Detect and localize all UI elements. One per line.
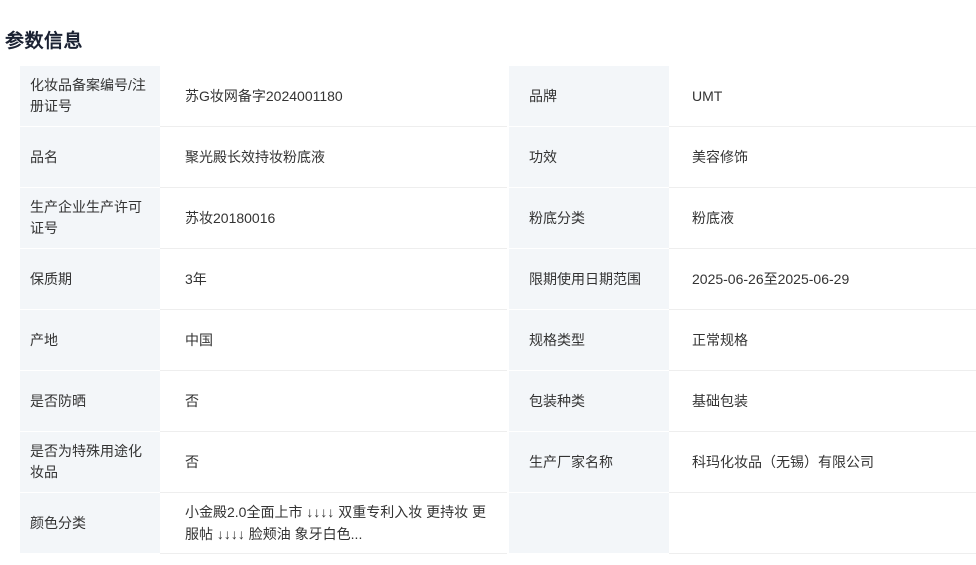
param-value: 正常规格 bbox=[669, 310, 976, 371]
param-value bbox=[669, 493, 976, 554]
param-value: 苏妆20180016 bbox=[160, 188, 507, 249]
param-label: 规格类型 bbox=[509, 310, 669, 371]
param-value: 3年 bbox=[160, 249, 507, 310]
table-row: 限期使用日期范围 2025-06-26至2025-06-29 bbox=[509, 249, 976, 310]
param-label: 是否为特殊用途化妆品 bbox=[20, 432, 160, 493]
param-value: 小金殿2.0全面上市 ↓↓↓↓ 双重专利入妆 更持妆 更服帖 ↓↓↓↓ 脸颊油 … bbox=[160, 493, 507, 554]
param-label: 品名 bbox=[20, 127, 160, 188]
param-value: 否 bbox=[160, 432, 507, 493]
param-value: 美容修饰 bbox=[669, 127, 976, 188]
param-value: 聚光殿长效持妆粉底液 bbox=[160, 127, 507, 188]
param-value: 中国 bbox=[160, 310, 507, 371]
param-value: 基础包装 bbox=[669, 371, 976, 432]
param-value: 2025-06-26至2025-06-29 bbox=[669, 249, 976, 310]
table-row: 规格类型 正常规格 bbox=[509, 310, 976, 371]
table-row: 产地 中国 bbox=[20, 310, 507, 371]
params-table: 化妆品备案编号/注册证号 苏G妆网备字2024001180 品名 聚光殿长效持妆… bbox=[20, 66, 976, 554]
param-label: 品牌 bbox=[509, 66, 669, 127]
param-label: 产地 bbox=[20, 310, 160, 371]
param-label: 颜色分类 bbox=[20, 493, 160, 554]
table-row: 是否为特殊用途化妆品 否 bbox=[20, 432, 507, 493]
param-label bbox=[509, 493, 669, 554]
table-row: 功效 美容修饰 bbox=[509, 127, 976, 188]
params-column-right: 品牌 UMT 功效 美容修饰 粉底分类 粉底液 限期使用日期范围 2025-06… bbox=[509, 66, 976, 554]
table-row: 粉底分类 粉底液 bbox=[509, 188, 976, 249]
table-row: 化妆品备案编号/注册证号 苏G妆网备字2024001180 bbox=[20, 66, 507, 127]
param-value: 苏G妆网备字2024001180 bbox=[160, 66, 507, 127]
page-title: 参数信息 bbox=[5, 26, 83, 53]
table-row: 包装种类 基础包装 bbox=[509, 371, 976, 432]
param-value: 否 bbox=[160, 371, 507, 432]
param-value: 科玛化妆品（无锡）有限公司 bbox=[669, 432, 976, 493]
param-label: 功效 bbox=[509, 127, 669, 188]
param-label: 生产企业生产许可证号 bbox=[20, 188, 160, 249]
table-row: 是否防晒 否 bbox=[20, 371, 507, 432]
table-row: 保质期 3年 bbox=[20, 249, 507, 310]
param-label: 生产厂家名称 bbox=[509, 432, 669, 493]
param-value: 粉底液 bbox=[669, 188, 976, 249]
param-label: 包装种类 bbox=[509, 371, 669, 432]
table-row: 品牌 UMT bbox=[509, 66, 976, 127]
param-label: 保质期 bbox=[20, 249, 160, 310]
param-label: 化妆品备案编号/注册证号 bbox=[20, 66, 160, 127]
table-row: 品名 聚光殿长效持妆粉底液 bbox=[20, 127, 507, 188]
params-column-left: 化妆品备案编号/注册证号 苏G妆网备字2024001180 品名 聚光殿长效持妆… bbox=[20, 66, 507, 554]
table-row bbox=[509, 493, 976, 554]
table-row: 颜色分类 小金殿2.0全面上市 ↓↓↓↓ 双重专利入妆 更持妆 更服帖 ↓↓↓↓… bbox=[20, 493, 507, 554]
param-label: 是否防晒 bbox=[20, 371, 160, 432]
param-label: 限期使用日期范围 bbox=[509, 249, 669, 310]
product-params-page: 参数信息 化妆品备案编号/注册证号 苏G妆网备字2024001180 品名 聚光… bbox=[0, 0, 976, 565]
table-row: 生产厂家名称 科玛化妆品（无锡）有限公司 bbox=[509, 432, 976, 493]
table-row: 生产企业生产许可证号 苏妆20180016 bbox=[20, 188, 507, 249]
param-value: UMT bbox=[669, 66, 976, 127]
param-label: 粉底分类 bbox=[509, 188, 669, 249]
